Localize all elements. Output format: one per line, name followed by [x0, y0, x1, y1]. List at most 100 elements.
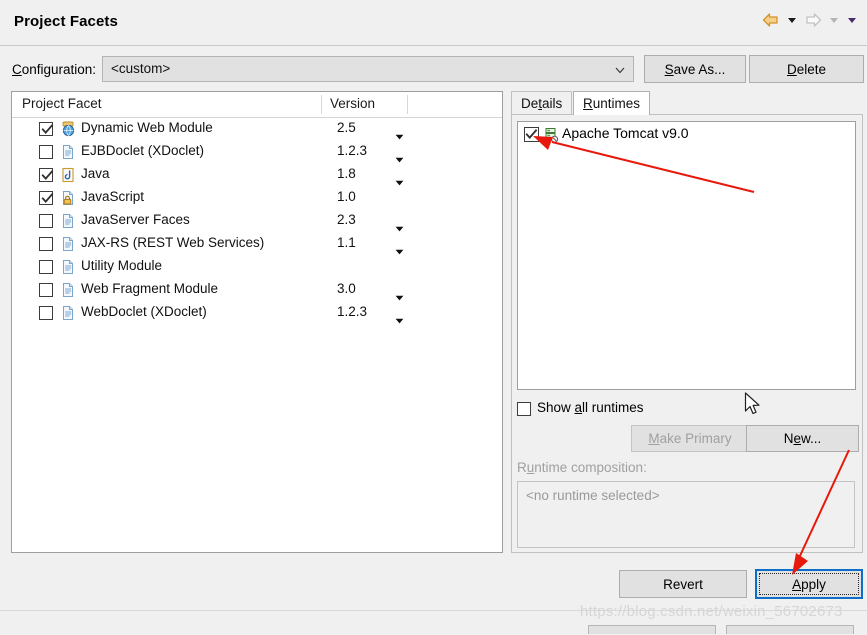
tab-runtimes[interactable]: Runtimes [573, 91, 651, 115]
facet-version[interactable]: 1.2.3 [337, 143, 367, 158]
rtc-pre: R [517, 460, 527, 475]
facet-checkbox[interactable] [39, 283, 53, 297]
facet-name: Web Fragment Module [81, 281, 219, 296]
facet-version[interactable]: 1.0 [337, 189, 356, 204]
facet-version[interactable]: 2.5 [337, 120, 356, 135]
new-runtime-button[interactable]: New... [746, 425, 859, 452]
table-row[interactable]: Java 1.8 [12, 164, 502, 187]
facet-checkbox[interactable] [39, 122, 54, 136]
facet-name: JavaServer Faces [81, 212, 190, 227]
apply-button-focus-ring: Apply [755, 569, 863, 599]
show-all-pre: Show [537, 400, 575, 415]
configuration-label-mnemonic: C [12, 62, 22, 77]
version-chevron-down-icon[interactable] [395, 151, 404, 163]
table-row[interactable]: JavaServer Faces 2.3 [12, 210, 502, 233]
configuration-combobox[interactable]: <custom> [102, 56, 634, 82]
tab-details[interactable]: De t ails [511, 91, 573, 115]
document-icon [60, 282, 76, 298]
show-all-runtimes-label: Show all runtimes [537, 400, 644, 415]
facet-name: EJBDoclet (XDoclet) [81, 143, 205, 158]
version-chevron-down-icon[interactable] [395, 243, 404, 255]
facet-checkbox[interactable] [39, 306, 53, 320]
configuration-label-rest: onfiguration: [21, 62, 97, 77]
facet-version[interactable]: 1.8 [337, 166, 356, 181]
save-as-mnemonic: S [664, 61, 674, 77]
column-header-project-facet[interactable]: Project Facet [22, 96, 102, 111]
make-primary-label: ake Primary [659, 431, 732, 446]
table-row[interactable]: WebDoclet (XDoclet) 1.2.3 [12, 302, 502, 325]
runtime-composition-box: <no runtime selected> [517, 481, 855, 548]
web-module-icon [60, 121, 76, 137]
facet-checkbox[interactable] [39, 168, 54, 182]
table-row[interactable]: Dynamic Web Module 2.5 [12, 118, 502, 141]
back-arrow-icon[interactable] [761, 11, 781, 29]
table-row[interactable]: JavaScript 1.0 [12, 187, 502, 210]
runtime-name: Apache Tomcat v9.0 [562, 125, 689, 141]
new-mnemonic: e [793, 431, 801, 446]
forward-history-chevron-down-icon [827, 11, 841, 29]
facet-name: Java [81, 166, 110, 181]
show-all-runtimes-checkbox[interactable] [517, 402, 531, 416]
tab-details-post: ails [542, 96, 563, 111]
tab-runtimes-post: untimes [592, 96, 641, 111]
table-row[interactable]: Web Fragment Module 3.0 [12, 279, 502, 302]
facet-checkbox[interactable] [39, 237, 53, 251]
project-facets-dialog: Project Facets Configuration: <custom> S… [0, 0, 867, 635]
view-menu-chevron-down-icon[interactable] [845, 11, 859, 29]
facet-name: Dynamic Web Module [81, 120, 213, 135]
facet-name: JavaScript [81, 189, 145, 204]
facet-name: JAX-RS (REST Web Services) [81, 235, 265, 250]
table-body: Dynamic Web Module 2.5 EJBDoclet (XDoclet)… [12, 118, 502, 325]
javascript-lock-icon [60, 190, 76, 206]
project-facets-table[interactable]: Project Facet Version Dynamic Web Module… [11, 91, 503, 553]
runtime-list-item[interactable]: Apache Tomcat v9.0 [518, 124, 855, 146]
bottom-partial-button-right[interactable] [726, 625, 854, 634]
runtime-composition-value: <no runtime selected> [526, 488, 660, 503]
tab-details-pre: De [521, 96, 539, 111]
rtc-post: ntime composition: [534, 460, 647, 475]
facet-version[interactable]: 1.1 [337, 235, 356, 250]
facet-checkbox[interactable] [39, 214, 53, 228]
revert-label: Revert [663, 576, 703, 592]
facet-checkbox[interactable] [39, 260, 53, 274]
version-chevron-down-icon[interactable] [395, 174, 404, 186]
table-row[interactable]: EJBDoclet (XDoclet) 1.2.3 [12, 141, 502, 164]
page-title: Project Facets [14, 13, 118, 30]
runtimes-list[interactable]: Apache Tomcat v9.0 [517, 121, 856, 390]
version-chevron-down-icon[interactable] [395, 220, 404, 232]
version-chevron-down-icon[interactable] [395, 128, 404, 140]
chevron-down-icon [614, 64, 626, 76]
column-header-version[interactable]: Version [330, 96, 375, 111]
facet-version[interactable]: 2.3 [337, 212, 356, 227]
configuration-value: <custom> [111, 61, 171, 76]
runtimes-list-body: Apache Tomcat v9.0 [518, 124, 855, 146]
delete-button[interactable]: Delete [749, 55, 864, 83]
revert-button[interactable]: Revert [619, 570, 747, 598]
facet-checkbox[interactable] [39, 145, 53, 159]
apply-button[interactable]: Apply [759, 573, 859, 595]
document-icon [60, 305, 76, 321]
back-history-chevron-down-icon[interactable] [785, 11, 799, 29]
dialog-titlebar: Project Facets [0, 0, 867, 46]
make-primary-mnemonic: M [648, 431, 660, 446]
mouse-cursor-icon [744, 392, 760, 415]
facet-version[interactable]: 1.2.3 [337, 304, 367, 319]
table-row[interactable]: JAX-RS (REST Web Services) 1.1 [12, 233, 502, 256]
new-post: w... [801, 431, 822, 446]
column-divider[interactable] [407, 95, 408, 114]
column-divider[interactable] [321, 95, 322, 114]
make-primary-button: Make Primary [631, 425, 749, 452]
tab-runtimes-mnemonic: R [583, 96, 593, 111]
facet-version[interactable]: 3.0 [337, 281, 356, 296]
save-as-button[interactable]: Save As... [644, 55, 746, 83]
bottom-partial-button-left[interactable] [588, 625, 716, 634]
table-header: Project Facet Version [12, 92, 502, 118]
facet-checkbox[interactable] [39, 191, 54, 205]
version-chevron-down-icon[interactable] [395, 289, 404, 301]
table-row[interactable]: Utility Module [12, 256, 502, 279]
watermark-text: https://blog.csdn.net/weixin_56702673 [580, 603, 843, 620]
version-chevron-down-icon[interactable] [395, 312, 404, 324]
document-icon [60, 213, 76, 229]
runtime-checkbox[interactable] [524, 127, 539, 142]
show-all-mnemonic: a [574, 400, 583, 415]
